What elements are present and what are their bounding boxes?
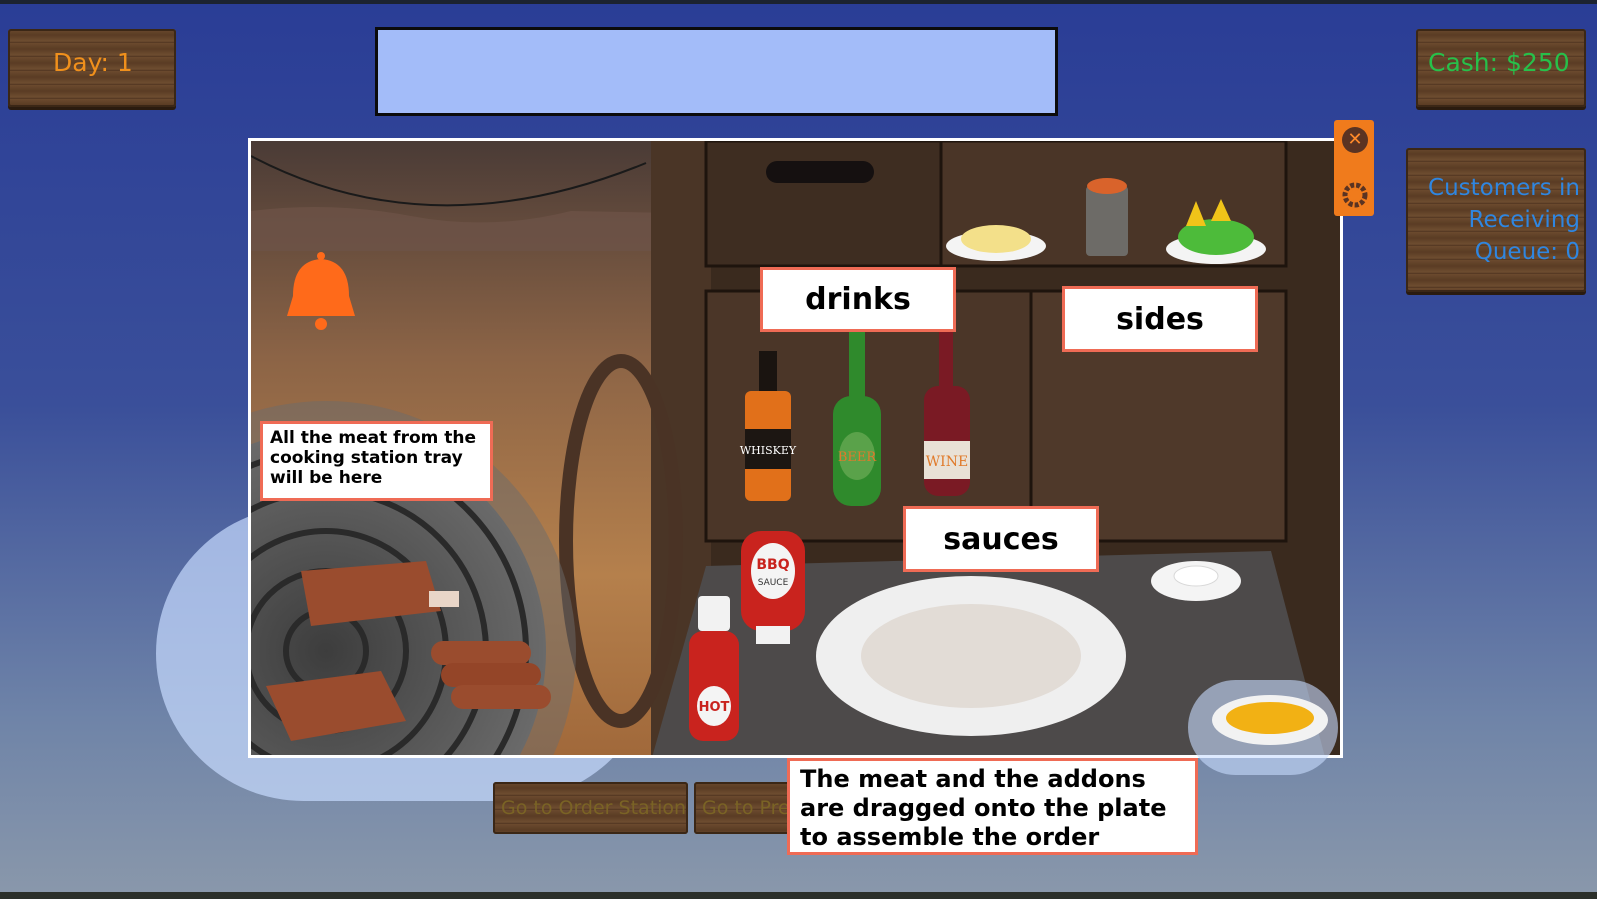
receiving-queue-counter: Customers in Receiving Queue: 0 [1406, 172, 1580, 268]
bbq-label: BBQ [756, 557, 789, 573]
gear-icon[interactable] [1341, 181, 1369, 209]
baked-beans-can[interactable] [1086, 186, 1128, 256]
go-to-order-station-button[interactable]: Go to Order Station [493, 782, 688, 834]
bbq-sauce-bottle[interactable]: BBQ SAUCE [741, 531, 805, 644]
meat-tray-callout: All the meat from the cooking station tr… [260, 421, 493, 501]
queue-line-3: Queue: 0 [1474, 239, 1580, 265]
bottom-border [0, 892, 1597, 899]
day-counter: Day: 1 [53, 48, 133, 77]
cash-counter: Cash: $250 [1428, 48, 1570, 77]
go-to-prep-station-button[interactable]: Go to Pre [694, 782, 794, 834]
drinks-callout: drinks [760, 267, 956, 332]
sour-cream-bowl[interactable] [1151, 561, 1241, 601]
beer-label: BEER [838, 450, 878, 465]
mustard-bowl[interactable] [1210, 690, 1330, 755]
plate-callout: The meat and the addons are dragged onto… [787, 758, 1198, 855]
wine-label: WINE [926, 454, 968, 470]
queue-line-2: Receiving [1468, 207, 1580, 233]
sauces-callout: sauces [903, 506, 1099, 572]
top-border [0, 0, 1597, 4]
sauce-label: SAUCE [758, 578, 789, 588]
hot-label: HOT [699, 700, 730, 715]
close-icon[interactable]: ✕ [1342, 127, 1368, 153]
sides-callout: sides [1062, 286, 1258, 352]
order-display [375, 27, 1058, 116]
whiskey-label: WHISKEY [740, 444, 797, 457]
queue-line-1: Customers in [1428, 175, 1580, 201]
